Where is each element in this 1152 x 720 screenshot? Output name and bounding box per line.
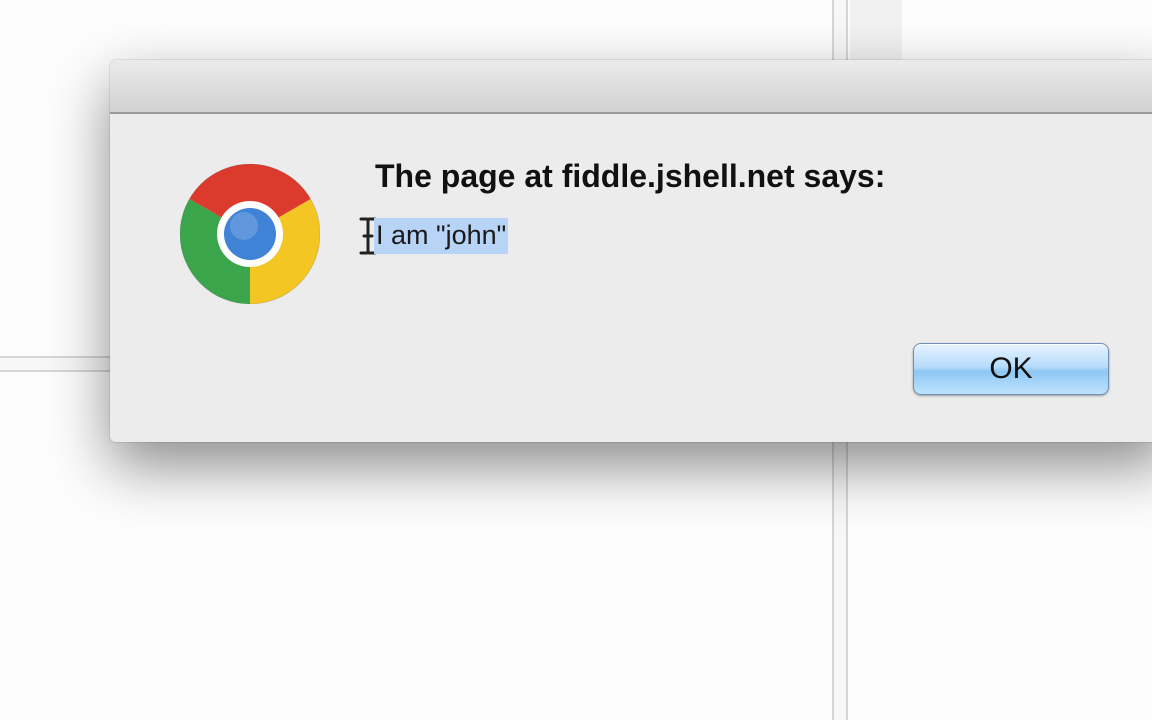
ok-button[interactable]: OK [913, 343, 1109, 395]
alert-dialog: The page at fiddle.jshell.net says: I am… [110, 60, 1152, 442]
background-panel [850, 0, 902, 60]
screen: The page at fiddle.jshell.net says: I am… [0, 0, 1152, 720]
chrome-logo-icon [180, 164, 320, 304]
dialog-heading: The page at fiddle.jshell.net says: [375, 158, 886, 194]
message-row: I am "john" [358, 216, 509, 256]
background-divider-horizontal [0, 356, 120, 372]
dialog-message[interactable]: I am "john" [374, 218, 509, 254]
dialog-titlebar[interactable] [110, 60, 1152, 114]
